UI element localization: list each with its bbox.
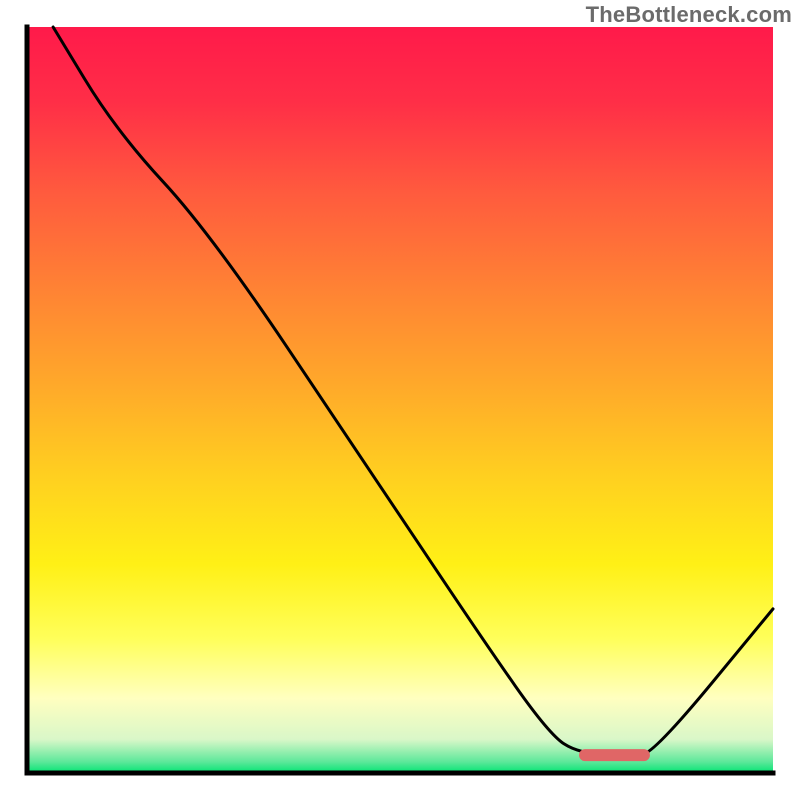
plot-background [27,27,773,773]
watermark-text: TheBottleneck.com [586,2,792,28]
bottleneck-chart [0,0,800,800]
optimal-range-marker [579,749,650,761]
chart-container: TheBottleneck.com [0,0,800,800]
